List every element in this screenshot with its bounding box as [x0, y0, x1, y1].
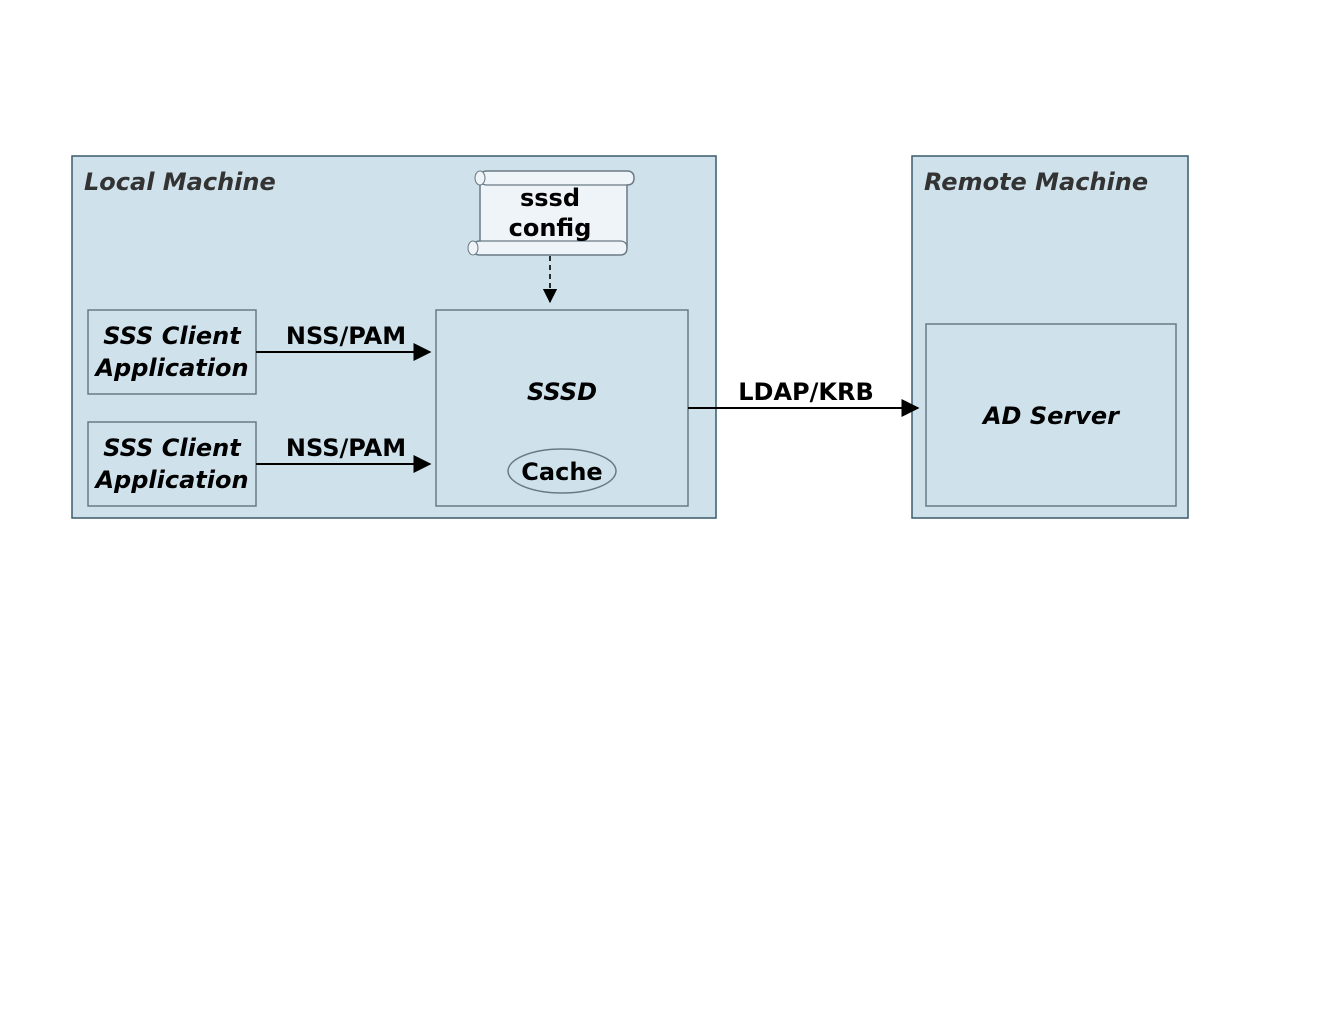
- sssd-config-line1: sssd: [520, 184, 580, 212]
- client-app-1-line1: SSS Client: [103, 322, 242, 350]
- local-machine-title: Local Machine: [84, 168, 276, 196]
- edge-label-client1: NSS/PAM: [286, 322, 406, 350]
- sssd-label: SSSD: [527, 378, 597, 406]
- client-app-2-line1: SSS Client: [103, 434, 242, 462]
- client-app-2-line2: Application: [93, 466, 248, 494]
- remote-machine-title: Remote Machine: [924, 168, 1148, 196]
- edge-label-sssd-ad: LDAP/KRB: [738, 378, 874, 406]
- cache-label: Cache: [521, 458, 602, 486]
- ad-server-label: AD Server: [981, 402, 1121, 430]
- architecture-diagram: Local Machine Remote Machine SSS Client …: [0, 0, 1320, 1020]
- edge-label-client2: NSS/PAM: [286, 434, 406, 462]
- client-app-1-line2: Application: [93, 354, 248, 382]
- sssd-config-line2: config: [509, 214, 592, 242]
